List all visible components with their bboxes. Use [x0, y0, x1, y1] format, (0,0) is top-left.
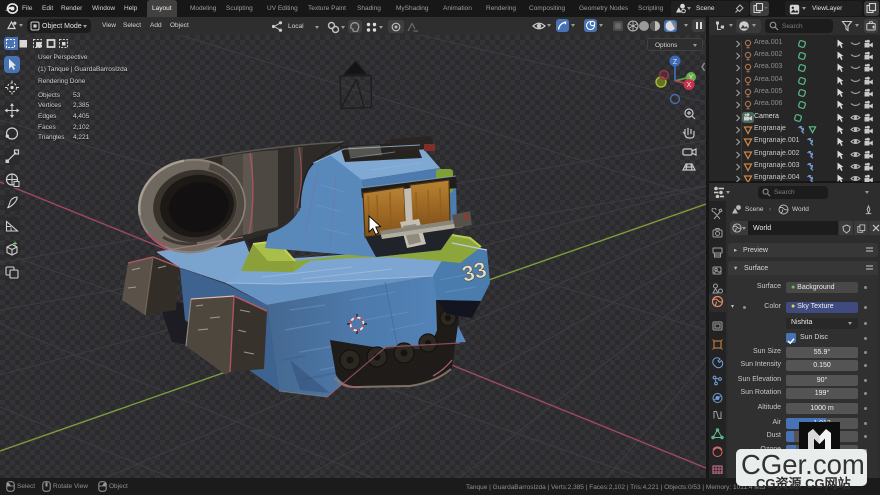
svg-text:Z: Z	[673, 59, 678, 66]
svg-text:X: X	[687, 82, 692, 89]
